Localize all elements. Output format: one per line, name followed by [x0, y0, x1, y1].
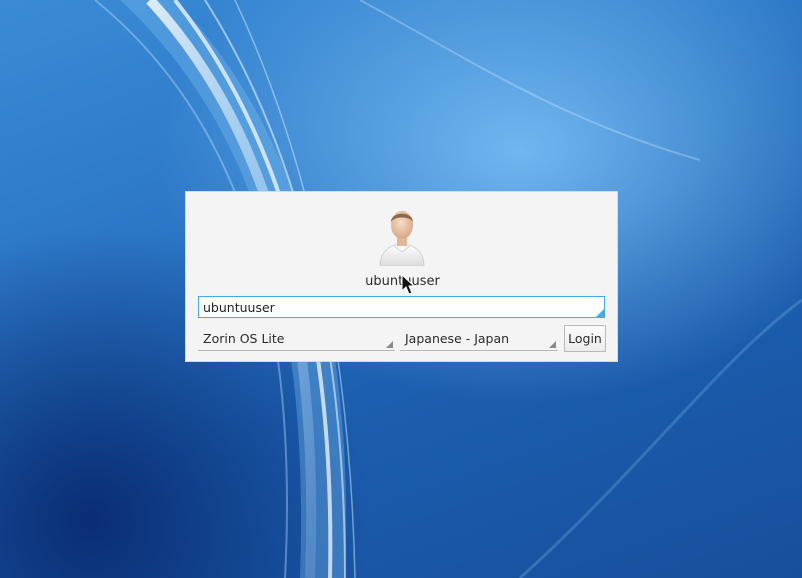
dropdown-corner-icon	[386, 341, 393, 348]
input-resize-corner	[596, 309, 604, 317]
session-select-value: Zorin OS Lite	[203, 331, 285, 346]
language-select-value: Japanese - Japan	[405, 331, 510, 346]
login-button[interactable]: Login	[564, 325, 606, 352]
username-input[interactable]	[198, 296, 605, 318]
dropdown-corner-icon	[549, 341, 556, 348]
language-select[interactable]: Japanese - Japan	[400, 327, 558, 351]
user-avatar-icon	[379, 211, 425, 266]
mouse-pointer-icon	[401, 274, 415, 295]
session-select[interactable]: Zorin OS Lite	[198, 327, 395, 351]
